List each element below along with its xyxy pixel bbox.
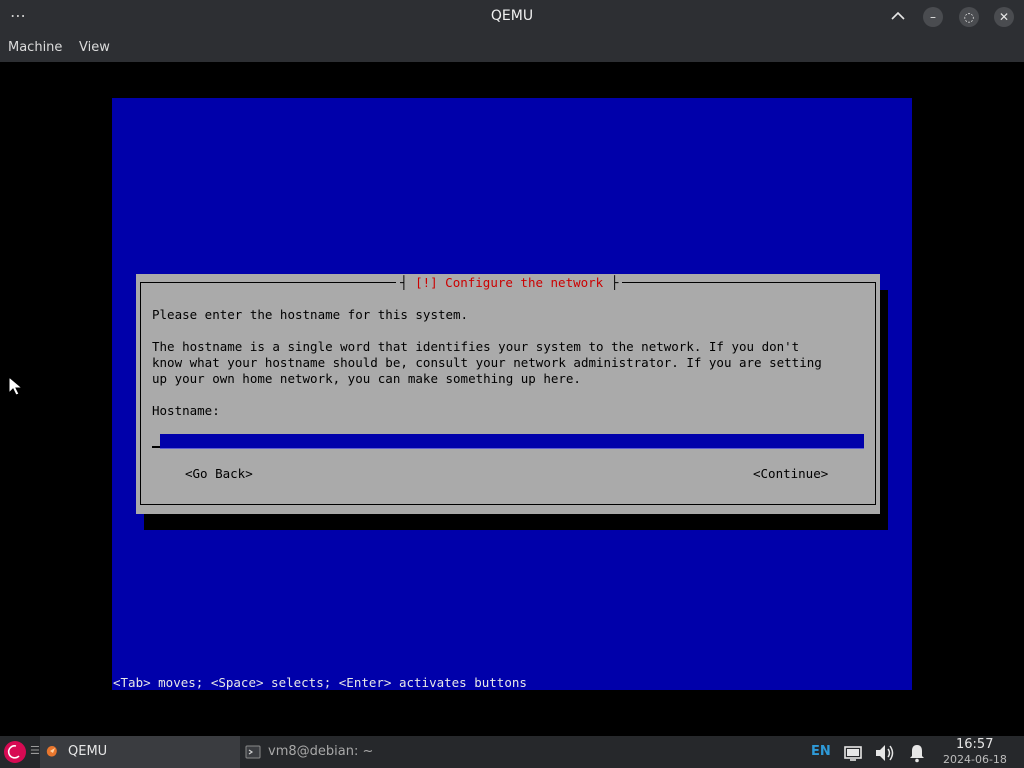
mouse-pointer-icon	[8, 376, 24, 396]
menu-machine[interactable]: Machine	[8, 40, 62, 55]
task-label-qemu: QEMU	[68, 744, 108, 759]
qemu-icon	[46, 746, 57, 757]
terminal-icon	[245, 745, 261, 759]
task-terminal[interactable]: vm8@debian: ~	[268, 744, 373, 759]
description-line-2: know what your hostname should be, consu…	[152, 355, 822, 370]
maximize-button[interactable]: ◌	[959, 7, 979, 27]
continue-button[interactable]: <Continue>	[753, 466, 828, 482]
debian-start-icon[interactable]	[4, 741, 26, 763]
menu-view[interactable]: View	[79, 40, 110, 55]
window-title: QEMU	[490, 8, 534, 24]
close-button[interactable]: ✕	[994, 7, 1014, 27]
menubar: Machine View	[0, 34, 1024, 63]
app-menu-icon[interactable]: ☰	[30, 744, 40, 757]
input-underline	[160, 448, 864, 449]
window-titlebar: ⋯ QEMU – ◌ ✕	[0, 0, 1024, 34]
clock-time[interactable]: 16:57	[956, 737, 993, 752]
dialog-title-text: [!] Configure the network	[415, 275, 604, 290]
taskbar: ☰ QEMU vm8@debian: ~ EN 16:57 2024-06-18	[0, 736, 1024, 768]
chevron-up-icon[interactable]	[888, 6, 908, 26]
task-qemu[interactable]: QEMU	[40, 736, 240, 768]
dialog-title: ┤ [!] Configure the network ├	[396, 274, 623, 292]
display-icon[interactable]	[842, 742, 864, 764]
description-line-1: The hostname is a single word that ident…	[152, 339, 800, 354]
text-cursor	[152, 446, 160, 448]
go-back-button[interactable]: <Go Back>	[185, 466, 253, 482]
minimize-button[interactable]: –	[923, 7, 943, 27]
volume-icon[interactable]	[873, 742, 895, 764]
hostname-prompt: Please enter the hostname for this syste…	[152, 307, 469, 322]
hostname-input[interactable]	[160, 434, 864, 449]
notification-bell-icon[interactable]	[906, 742, 928, 764]
keyboard-layout-indicator[interactable]: EN	[811, 744, 831, 759]
keyboard-help-line: <Tab> moves; <Space> selects; <Enter> ac…	[113, 675, 527, 690]
hostname-label: Hostname:	[152, 403, 220, 418]
clock-date[interactable]: 2024-06-18	[943, 753, 1007, 766]
description-line-3: up your own home network, you can make s…	[152, 371, 581, 386]
